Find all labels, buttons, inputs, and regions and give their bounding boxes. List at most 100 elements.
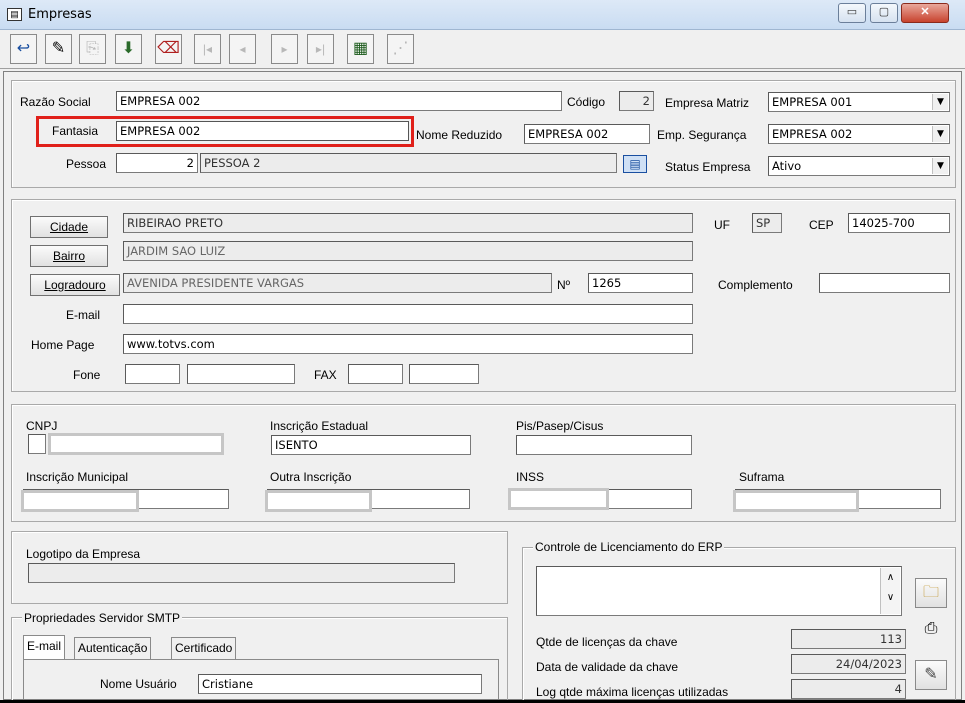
- tab-email[interactable]: E-mail: [23, 635, 66, 659]
- cnpj-label: CNPJ: [26, 419, 58, 433]
- email-input[interactable]: [123, 304, 693, 324]
- logradouro-input: AVENIDA PRESIDENTE VARGAS: [123, 273, 552, 293]
- fone-number-input[interactable]: [187, 364, 295, 384]
- cep-input[interactable]: 14025-700: [848, 213, 950, 233]
- license-textarea-scrollbar[interactable]: ∧ ∨: [880, 568, 900, 614]
- pis-input[interactable]: [516, 435, 692, 455]
- im-label: Inscrição Municipal: [26, 470, 129, 484]
- homepage-input[interactable]: www.totvs.com: [123, 334, 693, 354]
- fax-label: FAX: [314, 368, 337, 382]
- scroll-up-icon[interactable]: ∧: [881, 568, 900, 588]
- edit-icon[interactable]: ✎: [45, 34, 72, 64]
- cidade-input: RIBEIRAO PRETO: [123, 213, 693, 233]
- minimize-button[interactable]: ▭: [838, 3, 866, 23]
- uf-label: UF: [714, 218, 730, 232]
- pessoa-code-input[interactable]: 2: [116, 153, 198, 173]
- fone-label: Fone: [73, 368, 101, 382]
- pessoa-lookup-icon[interactable]: ▤: [623, 155, 647, 173]
- ie-label: Inscrição Estadual: [270, 419, 369, 433]
- empresa-matriz-select[interactable]: EMPRESA 001 ▼: [768, 92, 950, 112]
- fantasia-label: Fantasia: [52, 124, 99, 138]
- close-button[interactable]: ✕: [901, 3, 949, 23]
- empresas-window: ▤ Empresas ▭ ▢ ✕ ↩ ✎ ⎘ ⬇ ⌫ |◂ ◂ ▸ ▸| ▦ ⋰…: [0, 0, 965, 700]
- fantasia-input[interactable]: EMPRESA 002: [116, 121, 409, 141]
- save-icon[interactable]: ⬇: [115, 34, 142, 64]
- data-validade-label: Data de validade da chave: [536, 660, 679, 674]
- status-empresa-label: Status Empresa: [665, 160, 751, 174]
- cep-label: CEP: [809, 218, 834, 232]
- document-search-icon[interactable]: ⎙: [915, 615, 947, 645]
- inss-label: INSS: [516, 470, 545, 484]
- emp-seguranca-value: EMPRESA 002: [772, 127, 853, 141]
- bairro-button[interactable]: Bairro: [30, 245, 108, 267]
- window-title: Empresas: [28, 7, 92, 22]
- email-label: E-mail: [66, 308, 101, 322]
- emp-seguranca-label: Emp. Segurança: [657, 128, 747, 142]
- next-record-icon[interactable]: ▸: [271, 34, 298, 64]
- codigo-input: 2: [619, 91, 654, 111]
- nome-reduzido-label: Nome Reduzido: [416, 128, 503, 142]
- status-empresa-value: Ativo: [772, 159, 802, 173]
- tab-autenticacao[interactable]: Autenticação: [74, 637, 152, 659]
- complemento-label: Complemento: [718, 278, 793, 292]
- tab-certificado[interactable]: Certificado: [171, 637, 237, 659]
- grid-view-icon[interactable]: ▦: [347, 34, 374, 64]
- complemento-input[interactable]: [819, 273, 950, 293]
- empresa-matriz-value: EMPRESA 001: [772, 95, 853, 109]
- exit-icon[interactable]: ↩: [10, 34, 37, 64]
- razao-social-label: Razão Social: [20, 95, 91, 109]
- toolbar: ↩ ✎ ⎘ ⬇ ⌫ |◂ ◂ ▸ ▸| ▦ ⋰: [0, 31, 965, 69]
- form-body: Razão Social EMPRESA 002 Código 2 Empres…: [3, 71, 962, 700]
- suframa-label: Suframa: [739, 470, 785, 484]
- ie-input[interactable]: ISENTO: [271, 435, 471, 455]
- suframa-masked-input[interactable]: [733, 490, 859, 512]
- qtde-licencas-input: 113: [791, 629, 906, 649]
- outra-inscricao-masked-input[interactable]: [265, 490, 372, 512]
- log-licencas-input: 4: [791, 679, 906, 699]
- logo-label: Logotipo da Empresa: [26, 547, 141, 561]
- emp-seguranca-select[interactable]: EMPRESA 002 ▼: [768, 124, 950, 144]
- logo-input[interactable]: [28, 563, 455, 583]
- usuario-label: Nome Usuário: [100, 677, 177, 691]
- empresa-matriz-label: Empresa Matriz: [665, 96, 750, 110]
- folder-open-icon[interactable]: 🗀: [915, 578, 947, 608]
- eraser-icon[interactable]: ✎: [915, 660, 947, 690]
- razao-social-input[interactable]: EMPRESA 002: [116, 91, 562, 111]
- scroll-down-icon[interactable]: ∨: [881, 588, 900, 608]
- nome-reduzido-input[interactable]: EMPRESA 002: [524, 124, 650, 144]
- cidade-button[interactable]: Cidade: [30, 216, 108, 238]
- chevron-down-icon[interactable]: ▼: [932, 158, 948, 174]
- pis-label: Pis/Pasep/Cisus: [516, 419, 604, 433]
- cnpj-input[interactable]: [48, 433, 224, 455]
- numero-label: Nº: [557, 278, 571, 292]
- inss-masked-input[interactable]: [508, 488, 609, 510]
- log-licencas-label: Log qtde máxima licenças utilizadas: [536, 685, 729, 699]
- chevron-down-icon[interactable]: ▼: [932, 126, 948, 142]
- cnpj-prefix-input[interactable]: [28, 434, 46, 454]
- chevron-down-icon[interactable]: ▼: [932, 94, 948, 110]
- license-key-textarea[interactable]: [536, 566, 902, 616]
- maximize-button[interactable]: ▢: [870, 3, 898, 23]
- data-validade-input: 24/04/2023: [791, 654, 906, 674]
- filter-icon[interactable]: ⋰: [387, 34, 414, 64]
- last-record-icon[interactable]: ▸|: [307, 34, 334, 64]
- delete-icon[interactable]: ⌫: [155, 34, 182, 64]
- bairro-input: JARDIM SAO LUIZ: [123, 241, 693, 261]
- title-bar: ▤ Empresas ▭ ▢ ✕: [0, 0, 965, 30]
- prev-record-icon[interactable]: ◂: [229, 34, 256, 64]
- fax-ddd-input[interactable]: [348, 364, 403, 384]
- fone-ddd-input[interactable]: [125, 364, 180, 384]
- numero-input[interactable]: 1265: [588, 273, 693, 293]
- status-empresa-select[interactable]: Ativo ▼: [768, 156, 950, 176]
- clone-icon[interactable]: ⎘: [79, 34, 106, 64]
- homepage-label: Home Page: [31, 338, 95, 352]
- fax-number-input[interactable]: [409, 364, 479, 384]
- uf-input: SP: [752, 213, 782, 233]
- logradouro-button[interactable]: Logradouro: [30, 274, 120, 296]
- license-legend: Controle de Licenciamento do ERP: [533, 540, 725, 554]
- usuario-input[interactable]: Cristiane: [198, 674, 482, 694]
- im-masked-input[interactable]: [21, 490, 139, 512]
- pessoa-name-input: PESSOA 2: [200, 153, 617, 173]
- qtde-licencas-label: Qtde de licenças da chave: [536, 635, 678, 649]
- first-record-icon[interactable]: |◂: [194, 34, 221, 64]
